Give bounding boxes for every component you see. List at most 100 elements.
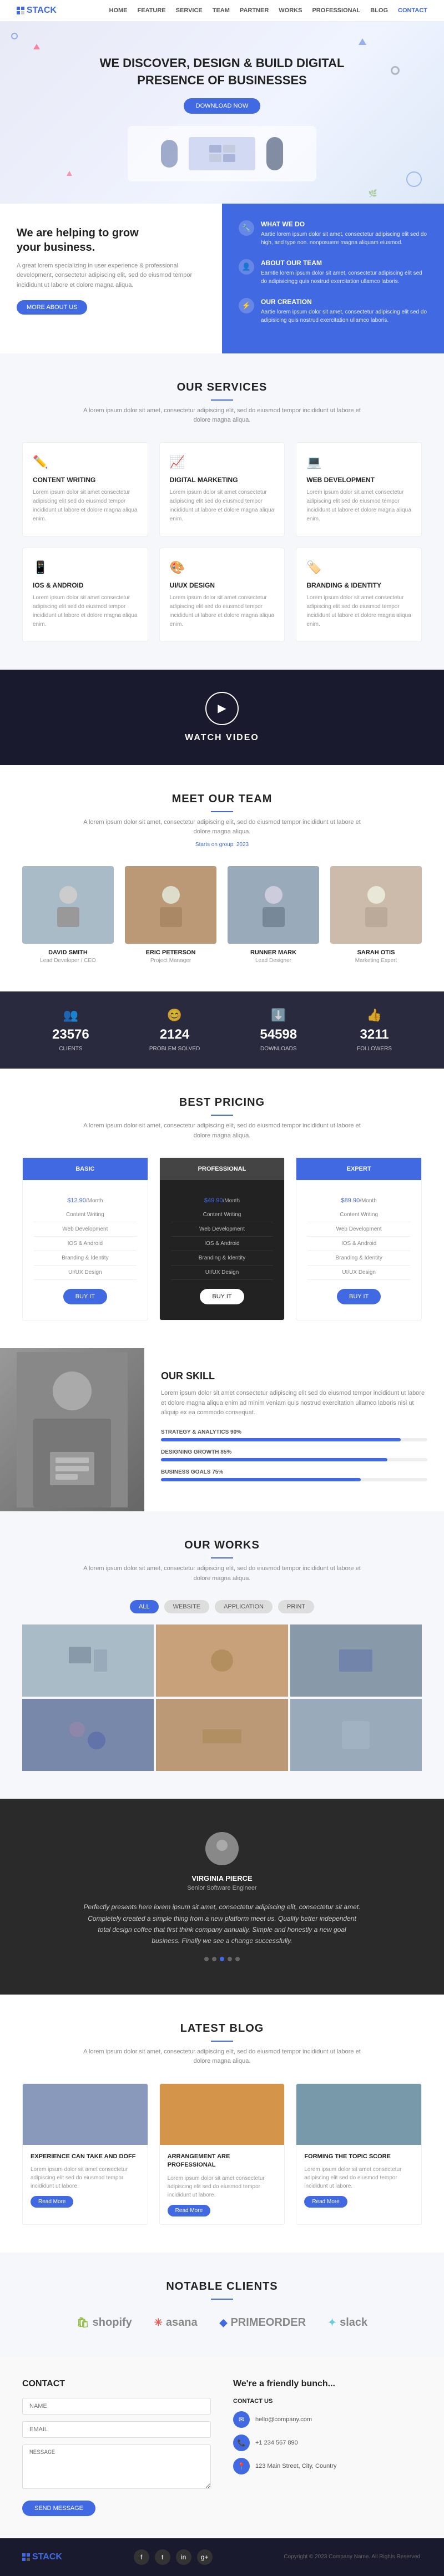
team-avatar-4	[360, 883, 393, 927]
stat-downloads: ⬇️ 54598 Downloads	[260, 1008, 297, 1052]
team-avatar-3	[257, 883, 290, 927]
pricing-divider	[211, 1115, 233, 1116]
filter-all[interactable]: ALL	[130, 1600, 159, 1613]
footer-logo[interactable]: STACK	[22, 2552, 62, 2562]
price-feature-pro-3: IOS & Android	[171, 1237, 274, 1251]
price-btn-basic[interactable]: BUY IT	[63, 1289, 107, 1304]
team-card-4: SARAH OTIS Marketing Expert	[330, 866, 422, 964]
contact-email-input[interactable]	[22, 2421, 211, 2438]
service-card-2: 📈 DIGITAL MARKETING Lorem ipsum dolor si…	[159, 442, 285, 537]
nav-professional[interactable]: PROFESSIONAL	[312, 7, 360, 14]
contact-name-field	[22, 2398, 211, 2415]
team-photo-3	[228, 866, 319, 944]
works-grid	[22, 1624, 422, 1771]
test-dot-2[interactable]	[212, 1957, 216, 1961]
services-grid: ✏️ CONTENT WRITING Lorem ipsum dolor sit…	[22, 442, 422, 642]
hero-plant: 🌿	[369, 189, 377, 198]
contact-form: CONTACT SEND MESSAGE	[22, 2379, 211, 2516]
service-icon-4: 📱	[33, 560, 138, 575]
about-heading: We are helping to grow your business.	[17, 226, 205, 255]
work-item-6	[290, 1699, 422, 1771]
team-role-3: Lead Designer	[228, 958, 319, 964]
what-we-do-text: WHAT WE DO Aartie lorem ipsum dolor sit …	[261, 220, 427, 247]
service-icon-3: 💻	[306, 455, 411, 469]
what-we-do-item: 🔧 WHAT WE DO Aartie lorem ipsum dolor si…	[239, 220, 427, 247]
contact-email-field	[22, 2421, 211, 2438]
play-button[interactable]: ▶	[205, 692, 239, 725]
contact-email-text: hello@company.com	[255, 2416, 312, 2423]
work-item-4	[22, 1699, 154, 1771]
filter-website[interactable]: WEBSITE	[164, 1600, 210, 1613]
deco-circle-3	[406, 171, 422, 187]
skill-content: OUR SKILL Lorem ipsum dolor sit amet con…	[144, 1348, 444, 1511]
nav-home[interactable]: HOME	[109, 7, 128, 14]
service-card-4: 📱 IOS & ANDROID Lorem ipsum dolor sit am…	[22, 548, 148, 642]
service-icon-6: 🏷️	[306, 560, 411, 575]
nav-feature[interactable]: FEATURE	[138, 7, 166, 14]
primeorder-icon: ◆	[220, 2317, 228, 2329]
nav-team[interactable]: TEAM	[213, 7, 230, 14]
service-card-5: 🎨 UI/UX DESIGN Lorem ipsum dolor sit ame…	[159, 548, 285, 642]
contact-address-detail: 📍 123 Main Street, City, Country	[233, 2458, 422, 2474]
contact-info: We're a friendly bunch... CONTACT US ✉ h…	[233, 2379, 422, 2516]
blog-post-excerpt-2: Lorem ipsum dolor sit amet consectetur a…	[168, 2174, 277, 2199]
team-section: MEET OUR TEAM A lorem ipsum dolor sit am…	[0, 765, 444, 991]
clients-title: NOTABLE CLIENTS	[22, 2280, 422, 2293]
service-icon-1: ✏️	[33, 455, 138, 469]
work-img-6	[334, 1718, 378, 1752]
works-filter: ALL WEBSITE APPLICATION PRINT	[22, 1600, 422, 1613]
contact-form-title: CONTACT	[22, 2379, 211, 2389]
team-name-2: ERIC PETERSON	[125, 949, 216, 956]
blog-read-more-2[interactable]: Read More	[168, 2205, 210, 2216]
test-dot-4[interactable]	[228, 1957, 232, 1961]
test-dot-5[interactable]	[235, 1957, 240, 1961]
price-btn-expert[interactable]: BUY IT	[337, 1289, 381, 1304]
social-linkedin[interactable]: in	[176, 2549, 191, 2565]
skill-label-3: BUSINESS GOALS 75%	[161, 1469, 223, 1475]
work-item-1	[22, 1624, 154, 1697]
social-googleplus[interactable]: g+	[197, 2549, 213, 2565]
test-dot-3[interactable]	[220, 1957, 224, 1961]
contact-name-input[interactable]	[22, 2398, 211, 2415]
filter-application[interactable]: APPLICATION	[215, 1600, 273, 1613]
client-asana: ✳ asana	[154, 2316, 198, 2329]
skill-fill-1	[161, 1438, 401, 1441]
nav-partner[interactable]: PARTNER	[240, 7, 269, 14]
contact-submit-btn[interactable]: SEND MESSAGE	[22, 2501, 95, 2516]
contact-address-text: 123 Main Street, City, Country	[255, 2463, 337, 2469]
blog-read-more-1[interactable]: Read More	[31, 2196, 73, 2208]
test-dot-1[interactable]	[204, 1957, 209, 1961]
navbar: STACK HOME FEATURE SERVICE TEAM PARTNER …	[0, 0, 444, 22]
nav-works[interactable]: WORKS	[279, 7, 302, 14]
team-card-3: RUNNER MARK Lead Designer	[228, 866, 319, 964]
filter-print[interactable]: PRINT	[278, 1600, 314, 1613]
blog-read-more-3[interactable]: Read More	[304, 2196, 347, 2208]
nav-blog[interactable]: BLOG	[370, 7, 388, 14]
footer-logo-icon	[22, 2553, 30, 2561]
nav-contact[interactable]: CONTACT	[398, 7, 427, 14]
testimonial-avatar-svg	[211, 1838, 233, 1860]
blog-card-3: FORMING THE TOPIC SCORE Lorem ipsum dolo…	[296, 2083, 422, 2225]
service-title-1: CONTENT WRITING	[33, 476, 138, 484]
download-btn[interactable]: DOWNLOAD NOW	[184, 98, 261, 114]
social-twitter[interactable]: t	[155, 2549, 170, 2565]
price-btn-professional[interactable]: BUY IT	[200, 1289, 244, 1304]
contact-phone-detail: 📞 +1 234 567 890	[233, 2435, 422, 2451]
nav-service[interactable]: SERVICE	[176, 7, 203, 14]
social-facebook[interactable]: f	[134, 2549, 149, 2565]
skill-photo	[0, 1348, 144, 1511]
clients-section: NOTABLE CLIENTS 🛍 shopify ✳ asana ◆ PRIM…	[0, 2253, 444, 2357]
price-feature-exp-2: Web Development	[307, 1222, 410, 1237]
stat-downloads-value: 54598	[260, 1027, 297, 1042]
price-feature-exp-5: UI/UX Design	[307, 1266, 410, 1280]
service-title-2: DIGITAL MARKETING	[170, 476, 275, 484]
blog-subtitle: A lorem ipsum dolor sit amet, consectetu…	[83, 2047, 361, 2067]
hero-screen	[189, 137, 255, 170]
team-name-3: RUNNER MARK	[228, 949, 319, 956]
service-title-3: WEB DEVELOPMENT	[306, 476, 411, 484]
logo[interactable]: STACK	[17, 6, 57, 16]
team-role-2: Project Manager	[125, 958, 216, 964]
testimonial-role: Senior Software Engineer	[22, 1885, 422, 1891]
about-btn[interactable]: MORE ABOUT US	[17, 300, 87, 315]
contact-message-input[interactable]	[22, 2445, 211, 2489]
